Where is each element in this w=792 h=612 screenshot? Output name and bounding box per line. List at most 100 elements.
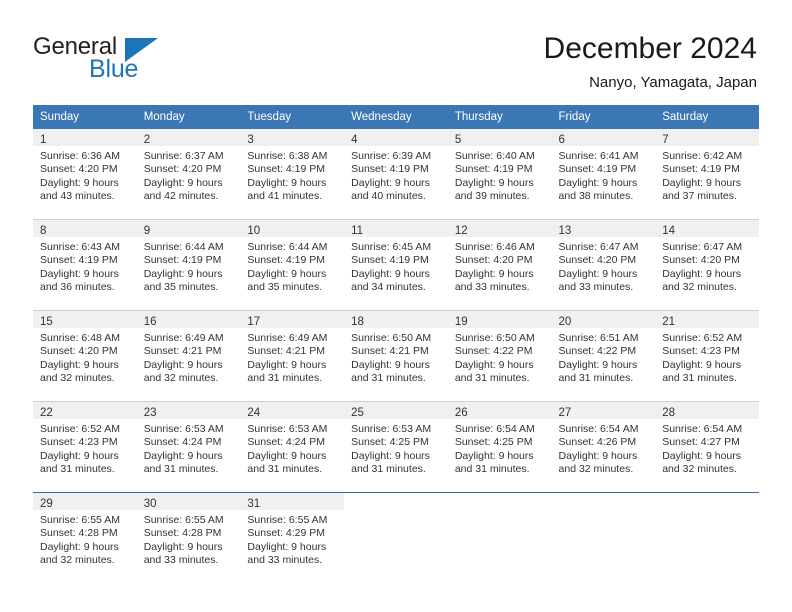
day-details: Sunrise: 6:44 AM Sunset: 4:19 PM Daylight:…: [240, 237, 344, 295]
calendar-day-cell[interactable]: 9 Sunrise: 6:44 AM Sunset: 4:19 PM Daylight…: [136, 220, 241, 311]
calendar-day-cell[interactable]: 3 Sunrise: 6:38 AM Sunset: 4:19 PM Daylight…: [240, 129, 345, 220]
day-number-band: [344, 493, 448, 510]
day-details: Sunrise: 6:47 AM Sunset: 4:20 PM Daylight:…: [655, 237, 759, 295]
calendar-day-cell[interactable]: 10 Sunrise: 6:44 AM Sunset: 4:19 PM Dayligh…: [240, 220, 345, 311]
sunrise-text: Sunrise: 6:47 AM: [558, 241, 639, 253]
daylight-text-line1: Daylight: 9 hours: [454, 176, 534, 189]
day-cell-inner: 8 Sunrise: 6:43 AM Sunset: 4:19 PM Daylight…: [33, 220, 137, 310]
sunrise-text: Sunrise: 6:44 AM: [143, 241, 224, 253]
day-cell-inner: 20 Sunrise: 6:51 AM Sunset: 4:22 PM Dayligh…: [551, 311, 656, 401]
daylight-text-line1: Daylight: 9 hours: [351, 449, 430, 462]
day-details: [655, 510, 759, 514]
sunrise-text: Sunrise: 6:55 AM: [40, 514, 120, 526]
calendar-day-cell[interactable]: 2 Sunrise: 6:37 AM Sunset: 4:20 PM Daylight…: [136, 129, 241, 220]
day-number: 10: [247, 225, 261, 237]
day-details: Sunrise: 6:49 AM Sunset: 4:21 PM Daylight:…: [137, 328, 241, 386]
day-number-band: 14: [655, 220, 759, 237]
calendar-day-cell[interactable]: 4 Sunrise: 6:39 AM Sunset: 4:19 PM Daylight…: [344, 129, 448, 220]
calendar-day-cell[interactable]: 13 Sunrise: 6:47 AM Sunset: 4:20 PM Dayligh…: [551, 220, 656, 311]
calendar-page: General Blue December 2024 Nanyo, Yamaga…: [0, 0, 792, 612]
day-cell-inner: 22 Sunrise: 6:52 AM Sunset: 4:23 PM Dayligh…: [33, 402, 137, 492]
day-details: Sunrise: 6:52 AM Sunset: 4:23 PM Daylight:…: [655, 328, 759, 386]
daylight-text-line2: and 43 minutes.: [40, 190, 115, 203]
sunrise-text: Sunrise: 6:52 AM: [40, 423, 120, 435]
sunset-text: Sunset: 4:28 PM: [143, 527, 222, 540]
calendar-day-cell[interactable]: 14 Sunrise: 6:47 AM Sunset: 4:20 PM Dayligh…: [655, 220, 759, 311]
calendar-week-row: 22 Sunrise: 6:52 AM Sunset: 4:23 PM Dayligh…: [33, 402, 759, 493]
day-cell-inner: 16 Sunrise: 6:49 AM Sunset: 4:21 PM Dayligh…: [136, 311, 241, 401]
sunset-text: Sunset: 4:20 PM: [454, 254, 533, 267]
calendar-day-cell[interactable]: 18 Sunrise: 6:50 AM Sunset: 4:21 PM Dayligh…: [344, 311, 448, 402]
calendar-day-cell[interactable]: 27 Sunrise: 6:54 AM Sunset: 4:26 PM Dayligh…: [551, 402, 656, 493]
day-number: 22: [40, 407, 53, 419]
calendar-day-cell[interactable]: 21 Sunrise: 6:52 AM Sunset: 4:23 PM Dayligh…: [655, 311, 759, 402]
calendar-day-cell[interactable]: 7 Sunrise: 6:42 AM Sunset: 4:19 PM Daylight…: [655, 129, 759, 220]
sunrise-text: Sunrise: 6:37 AM: [143, 150, 224, 162]
day-number-band: 28: [655, 402, 759, 419]
sunset-text: Sunset: 4:23 PM: [40, 436, 118, 449]
day-details: Sunrise: 6:47 AM Sunset: 4:20 PM Daylight:…: [552, 237, 656, 295]
sunset-text: Sunset: 4:20 PM: [40, 345, 118, 358]
daylight-text-line2: and 31 minutes.: [247, 463, 323, 476]
day-number-band: 29: [33, 493, 137, 510]
day-number-band: 10: [240, 220, 345, 237]
day-cell-inner: 31 Sunrise: 6:55 AM Sunset: 4:29 PM Dayligh…: [240, 493, 345, 583]
calendar-day-cell-empty: [655, 493, 759, 583]
day-number-band: 6: [551, 129, 656, 146]
calendar-day-cell[interactable]: 22 Sunrise: 6:52 AM Sunset: 4:23 PM Dayligh…: [33, 402, 137, 493]
calendar-day-cell[interactable]: 15 Sunrise: 6:48 AM Sunset: 4:20 PM Dayligh…: [33, 311, 137, 402]
day-cell-inner: 19 Sunrise: 6:50 AM Sunset: 4:22 PM Dayligh…: [447, 311, 552, 401]
page-subtitle: Nanyo, Yamagata, Japan: [589, 74, 757, 91]
calendar-day-cell[interactable]: 5 Sunrise: 6:40 AM Sunset: 4:19 PM Daylight…: [447, 129, 552, 220]
day-number: 11: [351, 225, 364, 237]
sunset-text: Sunset: 4:19 PM: [143, 254, 222, 267]
day-details: Sunrise: 6:51 AM Sunset: 4:22 PM Daylight:…: [552, 328, 656, 386]
weekday-header-saturday: Saturday: [655, 105, 759, 129]
calendar-day-cell[interactable]: 16 Sunrise: 6:49 AM Sunset: 4:21 PM Dayligh…: [136, 311, 241, 402]
day-cell-inner: 24 Sunrise: 6:53 AM Sunset: 4:24 PM Dayligh…: [240, 402, 345, 492]
sunrise-text: Sunrise: 6:44 AM: [247, 241, 328, 253]
daylight-text-line2: and 32 minutes.: [143, 372, 219, 385]
sunset-text: Sunset: 4:20 PM: [662, 254, 740, 267]
calendar-day-cell[interactable]: 26 Sunrise: 6:54 AM Sunset: 4:25 PM Dayligh…: [447, 402, 552, 493]
day-details: Sunrise: 6:40 AM Sunset: 4:19 PM Daylight:…: [448, 146, 552, 204]
day-number: 21: [662, 316, 676, 328]
general-blue-logo[interactable]: General Blue: [33, 33, 213, 89]
calendar-day-cell[interactable]: 20 Sunrise: 6:51 AM Sunset: 4:22 PM Dayligh…: [551, 311, 656, 402]
weekday-header-friday: Friday: [551, 105, 656, 129]
calendar-day-cell[interactable]: 17 Sunrise: 6:49 AM Sunset: 4:21 PM Dayligh…: [240, 311, 345, 402]
daylight-text-line1: Daylight: 9 hours: [247, 449, 327, 462]
calendar-day-cell[interactable]: 25 Sunrise: 6:53 AM Sunset: 4:25 PM Dayligh…: [344, 402, 448, 493]
daylight-text-line2: and 39 minutes.: [454, 190, 530, 203]
calendar-day-cell[interactable]: 19 Sunrise: 6:50 AM Sunset: 4:22 PM Dayligh…: [447, 311, 552, 402]
calendar-day-cell[interactable]: 8 Sunrise: 6:43 AM Sunset: 4:19 PM Daylight…: [33, 220, 137, 311]
day-number-band: 2: [136, 129, 241, 146]
day-number-band: [552, 493, 656, 510]
calendar-day-cell[interactable]: 24 Sunrise: 6:53 AM Sunset: 4:24 PM Dayligh…: [240, 402, 345, 493]
daylight-text-line1: Daylight: 9 hours: [454, 267, 534, 280]
day-cell-inner: [344, 493, 448, 583]
calendar-week-row: 8 Sunrise: 6:43 AM Sunset: 4:19 PM Daylight…: [33, 220, 759, 311]
day-number-band: 7: [655, 129, 759, 146]
day-details: Sunrise: 6:50 AM Sunset: 4:22 PM Daylight:…: [448, 328, 552, 386]
calendar-day-cell[interactable]: 31 Sunrise: 6:55 AM Sunset: 4:29 PM Dayligh…: [240, 493, 345, 583]
sunrise-text: Sunrise: 6:40 AM: [454, 150, 535, 162]
calendar-day-cell[interactable]: 1 Sunrise: 6:36 AM Sunset: 4:20 PM Daylight…: [33, 129, 137, 220]
day-details: Sunrise: 6:53 AM Sunset: 4:25 PM Daylight:…: [344, 419, 448, 477]
daylight-text-line1: Daylight: 9 hours: [143, 540, 223, 553]
day-cell-inner: 27 Sunrise: 6:54 AM Sunset: 4:26 PM Dayligh…: [551, 402, 656, 492]
calendar-day-cell[interactable]: 6 Sunrise: 6:41 AM Sunset: 4:19 PM Daylight…: [551, 129, 656, 220]
calendar-day-cell[interactable]: 28 Sunrise: 6:54 AM Sunset: 4:27 PM Dayligh…: [655, 402, 759, 493]
sunrise-text: Sunrise: 6:48 AM: [40, 332, 120, 344]
calendar-day-cell[interactable]: 12 Sunrise: 6:46 AM Sunset: 4:20 PM Dayligh…: [447, 220, 552, 311]
sunrise-text: Sunrise: 6:49 AM: [247, 332, 328, 344]
calendar-day-cell[interactable]: 23 Sunrise: 6:53 AM Sunset: 4:24 PM Dayligh…: [136, 402, 241, 493]
daylight-text-line1: Daylight: 9 hours: [40, 358, 119, 371]
calendar-day-cell[interactable]: 11 Sunrise: 6:45 AM Sunset: 4:19 PM Dayligh…: [344, 220, 448, 311]
day-number: 26: [454, 407, 468, 419]
daylight-text-line2: and 31 minutes.: [351, 463, 426, 476]
calendar-day-cell[interactable]: 30 Sunrise: 6:55 AM Sunset: 4:28 PM Dayligh…: [136, 493, 241, 583]
sunrise-text: Sunrise: 6:55 AM: [247, 514, 328, 526]
calendar-day-cell[interactable]: 29 Sunrise: 6:55 AM Sunset: 4:28 PM Dayligh…: [33, 493, 137, 583]
sunrise-text: Sunrise: 6:50 AM: [454, 332, 535, 344]
